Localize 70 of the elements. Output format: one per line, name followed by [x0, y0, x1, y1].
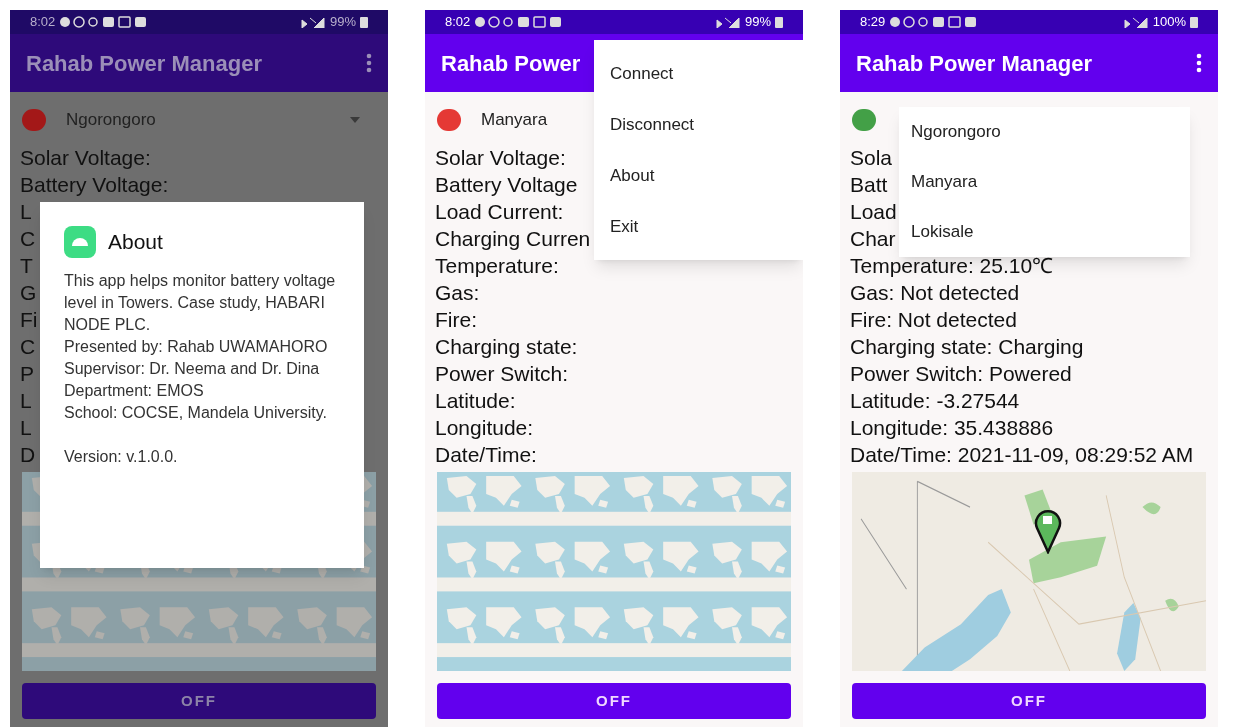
reading-label: Solar Voltage:	[435, 145, 566, 171]
reading-label: C	[20, 334, 36, 360]
signal-icon	[1122, 16, 1149, 28]
reading-label: Longitude: 35.438886	[850, 415, 1054, 441]
reading-label: Fire: Not detected	[850, 307, 1017, 333]
reading-label: Load Current:	[435, 199, 564, 225]
status-time: 8:02	[30, 13, 56, 32]
reading-label: Date/Time: 2021-11-09, 08:29:52 AM	[850, 442, 1194, 468]
off-button[interactable]: OFF	[22, 683, 376, 719]
reading-label: Charging state:	[435, 334, 578, 360]
dialog-text: School: COCSE, Mandela University.	[64, 403, 328, 423]
reading-label: Date/Time:	[435, 442, 537, 468]
android-app-icon	[64, 226, 96, 258]
app-title: Rahab Power Manager	[26, 49, 262, 78]
dialog-text: Presented by: Rahab UWAMAHORO	[64, 337, 329, 357]
dropdown-caret-icon	[350, 117, 360, 123]
battery-icon	[360, 16, 368, 28]
reading-label: Latitude: -3.27544	[850, 388, 1020, 414]
signal-icon	[299, 16, 326, 28]
reading-label: P	[20, 361, 34, 387]
reading-label: C	[20, 226, 36, 252]
reading-label: L	[20, 199, 32, 225]
station-option[interactable]: Manyara	[899, 157, 1190, 207]
reading-label: Sola	[850, 145, 893, 171]
reading-label: G	[20, 280, 37, 306]
battery-icon	[1190, 16, 1198, 28]
battery-percentage: 100%	[1152, 13, 1186, 32]
app-title: Rahab Power	[441, 49, 581, 78]
reading-label: Charging state: Charging	[850, 334, 1084, 360]
reading-label: Char	[850, 226, 896, 252]
reading-label: Power Switch: Powered	[850, 361, 1072, 387]
signal-icon	[714, 16, 741, 28]
reading-label: Battery Voltage:	[20, 172, 169, 198]
reading-label: Latitude:	[435, 388, 516, 414]
reading-label: Solar Voltage:	[20, 145, 151, 171]
reading-label: L	[20, 388, 32, 414]
dialog-title: About	[108, 229, 163, 256]
menu-item[interactable]: About	[594, 150, 803, 201]
reading-label: Fire:	[435, 307, 477, 333]
dialog-text: This app helps monitor battery voltage level in Towers. Case study, HABARI NODE PLC.	[64, 271, 337, 335]
reading-label: T	[20, 253, 33, 279]
app-title: Rahab Power Manager	[856, 49, 1092, 78]
reading-label: Power Switch:	[435, 361, 569, 387]
reading-label: Fi	[20, 307, 38, 333]
more-options-icon[interactable]	[1196, 53, 1202, 73]
menu-item[interactable]: Connect	[594, 48, 803, 99]
reading-label: Gas:	[435, 280, 480, 306]
reading-label: Longitude:	[435, 415, 534, 441]
reading-label: Battery Voltage	[435, 172, 578, 198]
menu-item[interactable]: Disconnect	[594, 99, 803, 150]
reading-label: D	[20, 442, 36, 468]
off-button[interactable]: OFF	[437, 683, 791, 719]
version-text: Version: v.1.0.0.	[64, 447, 179, 467]
reading-label: Gas: Not detected	[850, 280, 1020, 306]
dialog-text: Supervisor: Dr. Neema and Dr. Dina	[64, 359, 321, 379]
battery-percentage: 99%	[744, 13, 771, 32]
reading-label: Charging Curren	[435, 226, 591, 252]
reading-label: Load	[850, 199, 897, 225]
status-time: 8:29	[860, 13, 886, 32]
dialog-text: Department: EMOS	[64, 381, 205, 401]
off-button[interactable]: OFF	[852, 683, 1206, 719]
reading-label: L	[20, 415, 32, 441]
more-options-icon[interactable]	[366, 53, 372, 73]
station-option[interactable]: Ngorongoro	[899, 107, 1190, 157]
menu-item[interactable]: Exit	[594, 201, 803, 252]
battery-percentage: 99%	[329, 13, 356, 32]
reading-label: Temperature:	[435, 253, 559, 279]
status-time: 8:02	[445, 13, 471, 32]
battery-icon	[775, 16, 783, 28]
reading-label: Batt	[850, 172, 888, 198]
